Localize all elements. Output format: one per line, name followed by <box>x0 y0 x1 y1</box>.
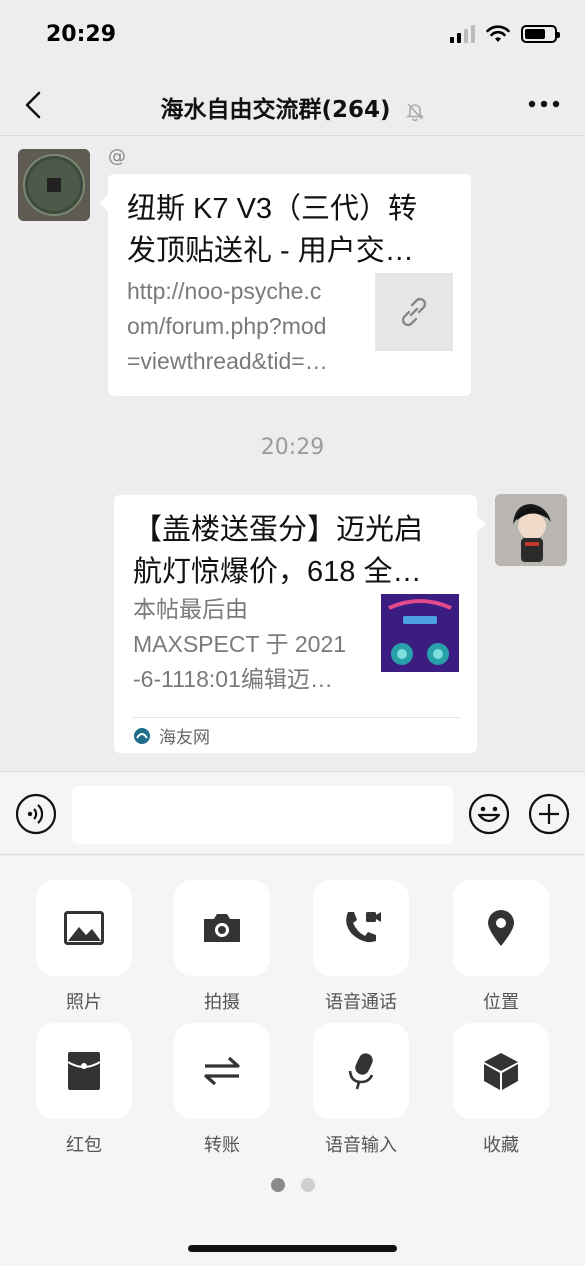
red-packet-icon <box>67 1052 101 1090</box>
card-divider <box>133 717 460 718</box>
mention-mark: @ <box>108 146 126 167</box>
tool-transfer-box[interactable] <box>174 1023 270 1119</box>
emoji-icon[interactable] <box>468 793 510 835</box>
tool-camera-box[interactable] <box>174 880 270 976</box>
battery-icon <box>521 25 560 43</box>
transfer-icon <box>204 1056 240 1086</box>
tool-favorites[interactable]: 收藏 <box>453 1023 549 1157</box>
location-icon <box>488 910 514 946</box>
tool-location-box[interactable] <box>453 880 549 976</box>
tool-photo-box[interactable] <box>36 880 132 976</box>
promo-image-icon <box>381 594 459 672</box>
card-title: 纽斯 K7 V3（三代）转 发顶贴送礼 - 用户交… <box>127 188 457 272</box>
chat-title-text: 海水自由交流群(264) <box>160 97 391 123</box>
tool-label: 语音输入 <box>325 1135 397 1156</box>
card-thumbnail <box>375 273 453 351</box>
self-avatar[interactable] <box>495 494 567 566</box>
card-title-line: 发顶贴送礼 - 用户交… <box>127 235 414 267</box>
tools-panel: 照片 拍摄 语音通话 位置 红包 转账 语音输入 收藏 <box>0 856 585 1266</box>
source-logo-icon <box>134 727 150 744</box>
card-thumbnail <box>381 594 459 672</box>
page-dot-1[interactable] <box>270 1178 285 1192</box>
tool-location[interactable]: 位置 <box>453 880 549 1014</box>
chat-title: 海水自由交流群(264) <box>0 90 585 124</box>
tool-label: 拍摄 <box>204 992 240 1013</box>
tool-label: 转账 <box>204 1135 240 1156</box>
tool-camera[interactable]: 拍摄 <box>174 880 270 1014</box>
page-indicator <box>0 1178 585 1192</box>
card-desc-line: =viewthread&tid=… <box>127 348 328 374</box>
message-input[interactable] <box>72 786 453 844</box>
favorites-icon <box>484 1053 518 1090</box>
chat-area: @ 纽斯 K7 V3（三代）转 发顶贴送礼 - 用户交… http://noo-… <box>0 137 585 771</box>
coin-avatar-icon <box>18 149 90 221</box>
tool-red-packet-box[interactable] <box>36 1023 132 1119</box>
card-desc-line: MAXSPECT 于 2021 <box>133 631 347 657</box>
photo-icon <box>64 911 104 945</box>
status-bar: 20:29 <box>0 0 585 74</box>
card-desc-line: http://noo-psyche.c <box>127 278 322 304</box>
input-bar <box>0 771 585 855</box>
card-desc-line: om/forum.php?mod <box>127 313 327 339</box>
tool-transfer[interactable]: 转账 <box>174 1023 270 1157</box>
article-card-message[interactable]: 【盖楼送蛋分】迈光启 航灯惊爆价，618 全… 本帖最后由 MAXSPECT 于… <box>114 495 486 753</box>
more-icon[interactable] <box>527 94 561 114</box>
status-time: 20:29 <box>46 22 117 47</box>
tool-video-call-box[interactable] <box>313 880 409 976</box>
card-desc-line: 本帖最后由 <box>133 596 248 622</box>
tool-label: 收藏 <box>483 1135 519 1156</box>
page-dot-2[interactable] <box>300 1178 315 1192</box>
card-title: 【盖楼送蛋分】迈光启 航灯惊爆价，618 全… <box>133 509 463 593</box>
video-call-icon <box>346 912 381 943</box>
tool-favorites-box[interactable] <box>453 1023 549 1119</box>
tool-label: 语音通话 <box>325 992 397 1013</box>
tool-voice-input[interactable]: 语音输入 <box>313 1023 409 1157</box>
card-title-line: 航灯惊爆价，618 全… <box>133 556 422 588</box>
home-indicator <box>188 1245 397 1252</box>
tool-voice-input-box[interactable] <box>313 1023 409 1119</box>
card-title-line: 【盖楼送蛋分】迈光启 <box>133 514 424 546</box>
camera-icon <box>204 914 240 942</box>
card-desc-line: -6-1118:01编辑迈… <box>133 666 333 692</box>
signal-icon <box>450 25 475 43</box>
card-description: 本帖最后由 MAXSPECT 于 2021 -6-1118:01编辑迈… <box>133 592 369 697</box>
cartoon-avatar-icon <box>495 494 567 566</box>
tool-label: 红包 <box>66 1135 102 1156</box>
wifi-icon <box>486 25 510 42</box>
card-description: http://noo-psyche.c om/forum.php?mod =vi… <box>127 274 363 379</box>
card-source-label: 海友网 <box>159 728 210 748</box>
voice-input-icon <box>348 1053 374 1090</box>
voice-mode-icon[interactable] <box>15 793 57 835</box>
card-source: 海友网 <box>133 723 210 748</box>
tool-label: 照片 <box>66 992 102 1013</box>
link-icon <box>401 297 427 327</box>
link-card-message[interactable]: 纽斯 K7 V3（三代）转 发顶贴送礼 - 用户交… http://noo-ps… <box>99 174 471 396</box>
plus-icon[interactable] <box>528 793 570 835</box>
tool-video-call[interactable]: 语音通话 <box>313 880 409 1014</box>
status-icons <box>450 24 560 44</box>
card-title-line: 纽斯 K7 V3（三代）转 <box>127 193 418 225</box>
nav-bar: 海水自由交流群(264) <box>0 74 585 136</box>
mute-bell-icon <box>405 102 424 121</box>
sender-avatar[interactable] <box>18 149 90 221</box>
message-timestamp: 20:29 <box>260 435 325 460</box>
tool-label: 位置 <box>483 992 519 1013</box>
tool-red-packet[interactable]: 红包 <box>36 1023 132 1157</box>
tool-photo[interactable]: 照片 <box>36 880 132 1014</box>
